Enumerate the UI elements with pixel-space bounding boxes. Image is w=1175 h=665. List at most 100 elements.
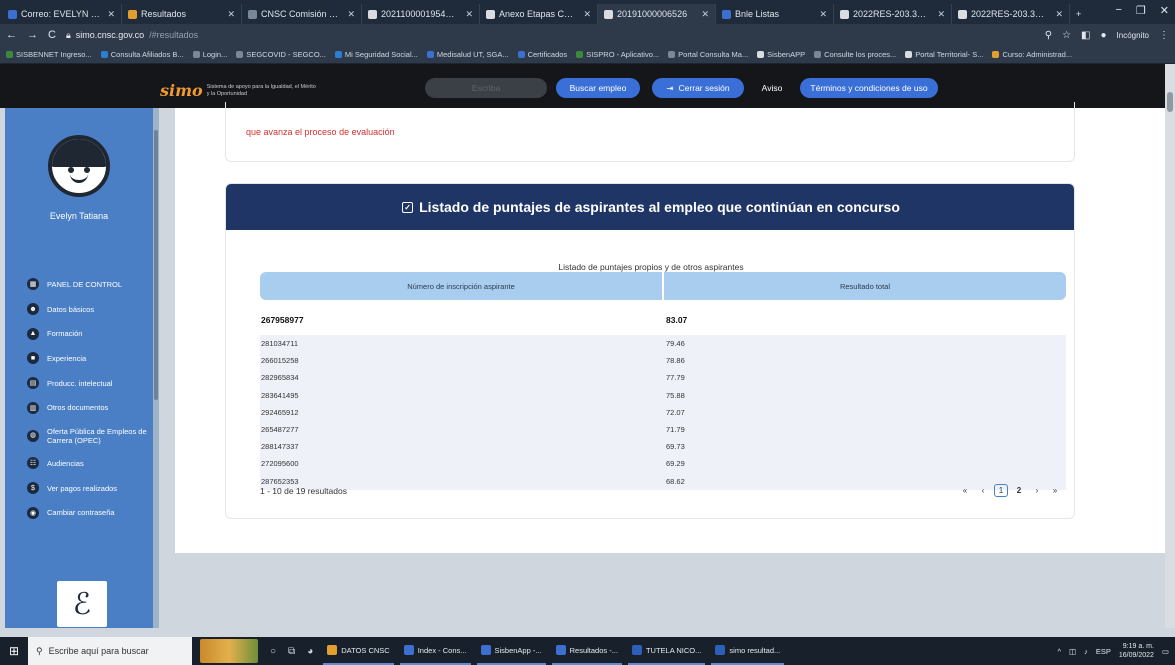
new-tab-button[interactable]: +	[1070, 4, 1087, 24]
taskbar-app[interactable]: Index - Cons...	[399, 637, 471, 665]
minimize-icon[interactable]: −	[1115, 4, 1121, 17]
sidebar-item-graduation[interactable]: ▲ Formación	[5, 321, 153, 346]
buscar-empleo-button[interactable]: Buscar empleo	[556, 78, 640, 98]
browser-tab[interactable]: CNSC Comisión Nacio✕	[242, 4, 362, 24]
score: 79.46	[666, 339, 685, 349]
browser-tab[interactable]: Anexo Etapas Concur ✕	[480, 4, 598, 24]
maximize-icon[interactable]: ❐	[1136, 4, 1146, 17]
app-icon	[555, 645, 566, 655]
tab-search-icon[interactable]: ◧	[1081, 30, 1090, 41]
sidebar-item-book[interactable]: ▤ Producc. intelectual	[5, 371, 153, 396]
avatar[interactable]	[48, 135, 110, 197]
taskbar-app[interactable]: TUTELA NICO...	[627, 637, 706, 665]
browser-tab[interactable]: 2022RES-203.300.24- ✕	[952, 4, 1070, 24]
logout-icon: ⇥	[666, 82, 674, 93]
bookmark-item[interactable]: SisbenAPP	[757, 50, 805, 59]
taskbar-app[interactable]: SisbenApp -...	[476, 637, 546, 665]
close-tab-icon[interactable]: ✕	[104, 9, 115, 20]
bookmark-item[interactable]: SISPRO - Aplicativo...	[576, 50, 659, 59]
sidebar-item-people[interactable]: ☻ Datos básicos	[5, 297, 153, 322]
prev-page-button[interactable]: ‹	[976, 484, 990, 497]
sidebar-item-dashboard[interactable]: ▦ PANEL DE CONTROL	[5, 272, 153, 297]
bookmark-item[interactable]: Login...	[192, 50, 227, 59]
browser-tab[interactable]: 20211000019546.pdf ✕	[362, 4, 480, 24]
tray-chevron-icon[interactable]: ^	[1057, 647, 1061, 656]
taskbar-app[interactable]: DATOS CNSC	[323, 637, 394, 665]
bookmark-item[interactable]: Mi Seguridad Social...	[334, 50, 418, 59]
volume-icon[interactable]: ♪	[1084, 647, 1088, 656]
first-page-button[interactable]: «	[958, 484, 972, 497]
sidebar-item-lock[interactable]: ◉ Cambiar contraseña	[5, 501, 153, 526]
forward-icon[interactable]: →	[27, 29, 38, 41]
windows-start-icon[interactable]: ⊞	[0, 637, 28, 665]
aviso-link[interactable]: Aviso	[755, 78, 789, 98]
sidebar-item-document[interactable]: ▥ Otros documentos	[5, 395, 153, 420]
cerrar-sesion-button[interactable]: ⇥ Cerrar sesión	[652, 78, 744, 98]
close-tab-icon[interactable]: ✕	[934, 9, 945, 20]
page-scrollbar[interactable]	[1165, 64, 1175, 628]
people-icon: ☻	[27, 303, 39, 316]
browser-tab[interactable]: Correo: EVELYN TATIA✕	[2, 4, 122, 24]
close-tab-icon[interactable]: ✕	[816, 9, 827, 20]
close-tab-icon[interactable]: ✕	[698, 9, 709, 20]
bookmark-icon	[668, 51, 676, 58]
bookmark-item[interactable]: Portal Consulta Ma...	[668, 50, 748, 59]
browser-tab[interactable]: 20191000006526 ✕	[598, 4, 716, 24]
clock[interactable]: 9:19 a. m. 16/09/2022	[1119, 642, 1154, 660]
bookmark-label: SEGCOVID - SEGCO...	[246, 50, 326, 59]
cortana-icon[interactable]: ○	[270, 646, 276, 657]
sidebar-item-audience[interactable]: ☷ Audiencias	[5, 451, 153, 476]
search-icon: ⚲	[36, 645, 43, 656]
bookmark-item[interactable]: SEGCOVID - SEGCO...	[236, 50, 326, 59]
sidebar-scroll-thumb[interactable]	[154, 130, 158, 400]
search-input[interactable]: Escriba	[425, 78, 547, 98]
page-1-button[interactable]: 1	[994, 484, 1008, 497]
bookmark-item[interactable]: Curso: Administrad...	[992, 50, 1072, 59]
taskbar-app[interactable]: simo resultad...	[711, 637, 785, 665]
network-icon[interactable]: ◫	[1069, 647, 1076, 656]
bookmark-label: SISPRO - Aplicativo...	[586, 50, 660, 59]
simo-logo[interactable]: simo Sistema de apoyo para la Igualdad, …	[160, 81, 317, 100]
sidebar-item-dollar[interactable]: $ Ver pagos realizados	[5, 476, 153, 501]
close-tab-icon[interactable]: ✕	[224, 9, 235, 20]
bookmark-item[interactable]: Portal Territorial- S...	[905, 50, 983, 59]
task-view-icon[interactable]: ⧉	[288, 646, 295, 657]
bookmark-item[interactable]: Medisalud UT, SGA...	[426, 50, 509, 59]
bookmark-item[interactable]: SISBENNET Ingreso...	[6, 50, 92, 59]
back-icon[interactable]: ←	[6, 29, 17, 41]
zoom-icon[interactable]: ⚲	[1045, 30, 1052, 41]
close-tab-icon[interactable]: ✕	[344, 9, 355, 20]
app-icon	[480, 645, 491, 655]
menu-icon[interactable]: ⋮	[1159, 30, 1169, 41]
sidebar-scrollbar[interactable]	[153, 108, 159, 628]
sidebar-item-briefcase[interactable]: ■ Experiencia	[5, 346, 153, 371]
taskbar-search-input[interactable]: ⚲ Escribe aquí para buscar	[28, 637, 192, 665]
close-tab-icon[interactable]: ✕	[580, 9, 591, 20]
terminos-button[interactable]: Términos y condiciones de uso	[800, 78, 938, 98]
reload-icon[interactable]: C	[48, 29, 56, 41]
language-indicator[interactable]: ESP	[1096, 647, 1111, 656]
star-icon[interactable]: ☆	[1062, 30, 1071, 41]
notifications-icon[interactable]: ▭	[1162, 647, 1169, 656]
close-tab-icon[interactable]: ✕	[462, 9, 473, 20]
column-header-resultado[interactable]: Resultado total	[664, 272, 1066, 300]
last-page-button[interactable]: »	[1048, 484, 1062, 497]
url-field[interactable]: 🔒︎ simo.cnsc.gov.co /#resultados	[66, 27, 1035, 43]
taskbar-app[interactable]: Resultados -...	[551, 637, 622, 665]
sidebar-item-label: Producc. intelectual	[47, 378, 113, 388]
page-2-button[interactable]: 2	[1012, 484, 1026, 497]
search-highlight-image[interactable]	[200, 639, 258, 663]
close-tab-icon[interactable]: ✕	[1052, 9, 1063, 20]
tab-title: 20191000006526	[617, 9, 688, 19]
bookmark-item[interactable]: Certificados	[517, 50, 567, 59]
bookmark-item[interactable]: Consulta Afiliados B...	[100, 50, 184, 59]
browser-tab[interactable]: Bnle Listas ✕	[716, 4, 834, 24]
close-window-icon[interactable]: ✕	[1160, 4, 1169, 17]
page-scroll-thumb[interactable]	[1167, 92, 1173, 112]
bookmark-item[interactable]: Consulte los proces...	[814, 50, 896, 59]
sidebar-item-globe[interactable]: ◍ Oferta Pública de Empleos de Carrera (O…	[5, 420, 153, 451]
column-header-inscripcion[interactable]: Número de inscripción aspirante	[260, 272, 662, 300]
next-page-button[interactable]: ›	[1030, 484, 1044, 497]
browser-tab[interactable]: Resultados ✕	[122, 4, 242, 24]
browser-tab[interactable]: 2022RES-203.300.24- ✕	[834, 4, 952, 24]
